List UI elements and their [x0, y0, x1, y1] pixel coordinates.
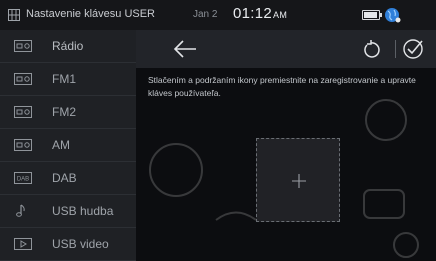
sidebar-item-label: USB hudba — [52, 204, 114, 218]
sidebar-item-am[interactable]: AM — [0, 129, 136, 162]
plus-icon — [292, 174, 306, 188]
screen: Nastavenie klávesu USER Jan 2 01:12AM Rá… — [0, 0, 436, 261]
radio-icon — [14, 139, 32, 151]
sidebar: Rádio FM1 FM2 AM DAB DAB USB hudba USB v… — [0, 30, 136, 261]
check-circle-icon[interactable] — [402, 38, 424, 60]
status-bar: Nastavenie klávesu USER Jan 2 01:12AM — [0, 0, 436, 30]
instruction-text: Stlačením a podržaním ikony premiestnite… — [148, 75, 416, 98]
sidebar-item-fm1[interactable]: FM1 — [0, 63, 136, 96]
toolbar-divider — [395, 40, 396, 58]
date: Jan 2 — [193, 9, 218, 20]
sidebar-item-label: AM — [52, 138, 70, 152]
sidebar-item-label: Rádio — [52, 39, 84, 53]
radio-icon — [14, 106, 32, 118]
sidebar-item-label: DAB — [52, 171, 77, 185]
dab-icon: DAB — [14, 172, 32, 184]
screen-title: Nastavenie klávesu USER — [26, 8, 156, 20]
radio-icon — [14, 73, 32, 85]
sidebar-item-label: FM2 — [52, 105, 76, 119]
sidebar-item-label: USB video — [52, 237, 109, 251]
sidebar-item-label: FM1 — [52, 72, 76, 86]
svg-text:DAB: DAB — [17, 177, 29, 183]
battery-icon — [362, 10, 382, 20]
clock-ampm: AM — [273, 10, 288, 20]
reset-icon[interactable] — [362, 39, 382, 59]
sidebar-item-radio[interactable]: Rádio — [0, 30, 136, 63]
back-arrow-icon[interactable] — [172, 39, 198, 59]
sidebar-item-usb-music[interactable]: USB hudba — [0, 195, 136, 228]
sidebar-item-fm2[interactable]: FM2 — [0, 96, 136, 129]
clock: 01:12AM — [233, 5, 287, 22]
add-key-slot[interactable] — [256, 138, 340, 222]
settings-grid-icon — [8, 9, 20, 21]
sidebar-item-dab[interactable]: DAB DAB — [0, 162, 136, 195]
globe-icon — [385, 8, 401, 23]
clock-time: 01:12 — [233, 5, 273, 22]
video-icon — [14, 238, 32, 250]
radio-icon — [14, 40, 32, 52]
sidebar-item-usb-video[interactable]: USB video — [0, 228, 136, 261]
main-panel: Stlačením a podržaním ikony premiestnite… — [136, 30, 436, 260]
music-note-icon — [16, 204, 25, 217]
toolbar — [136, 30, 436, 68]
